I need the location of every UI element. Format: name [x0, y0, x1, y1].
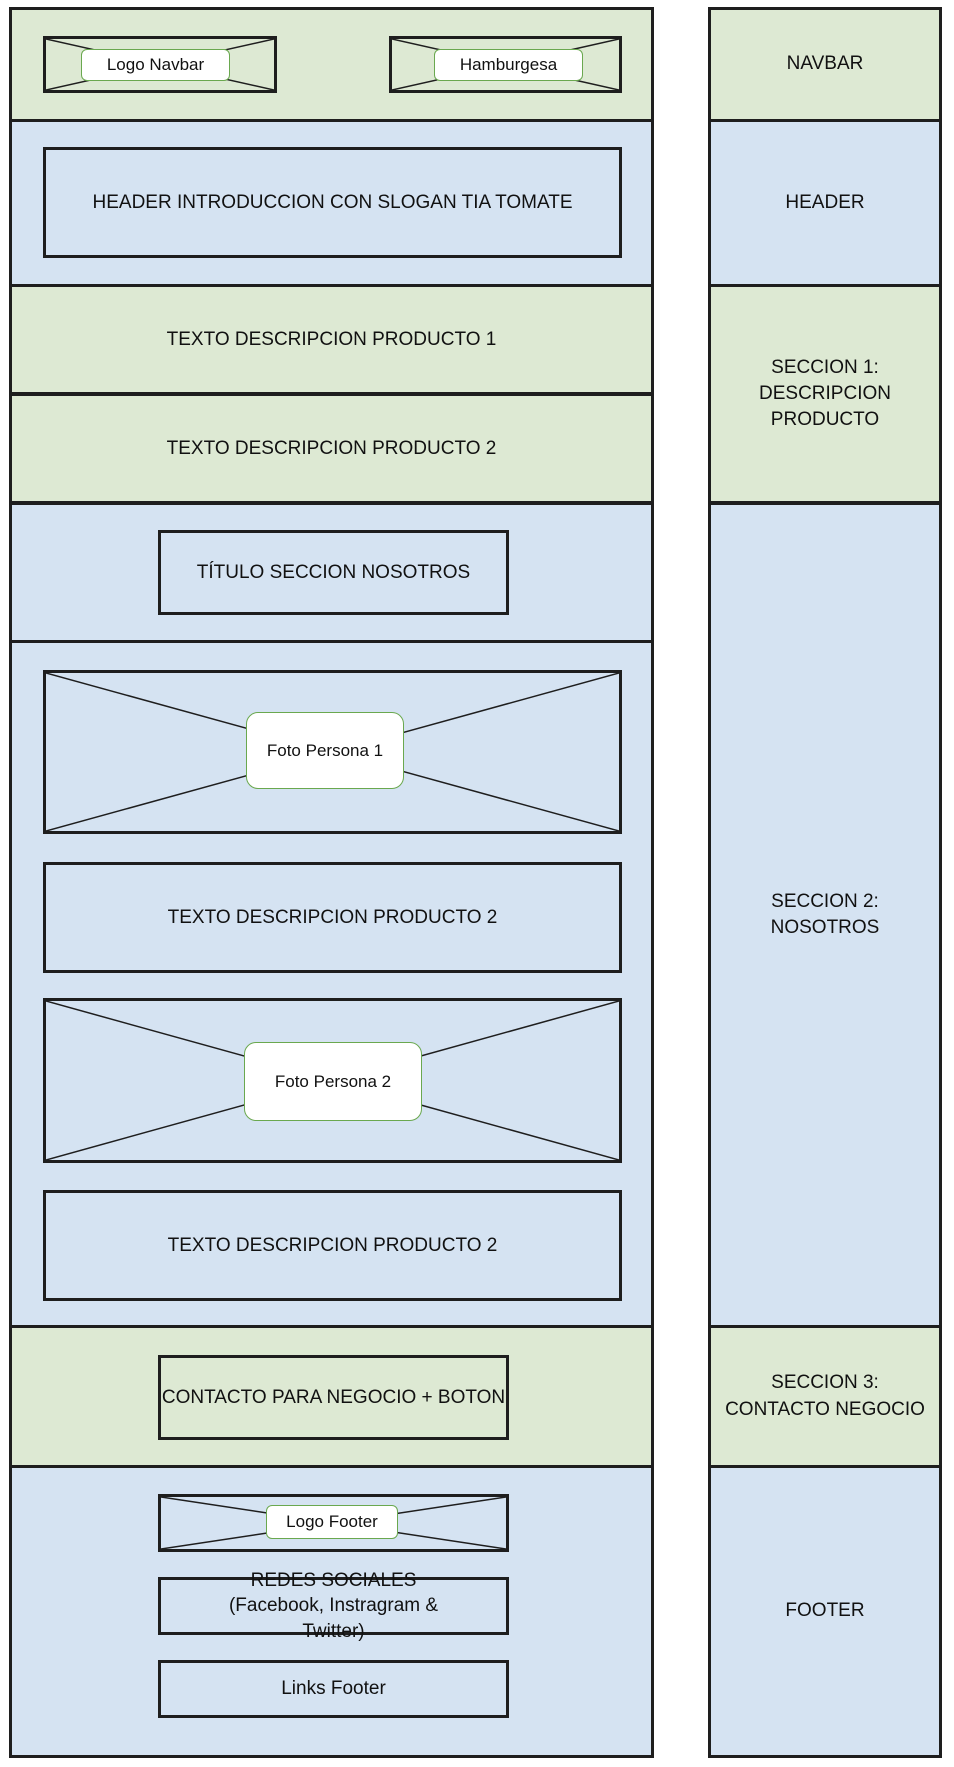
- contact-business-box: CONTACTO PARA NEGOCIO + BOTON: [158, 1355, 509, 1440]
- legend-section3-label: SECCION 3: CONTACTO NEGOCIO: [725, 1372, 925, 1420]
- product-description-1: TEXTO DESCRIPCION PRODUCTO 1: [166, 328, 497, 350]
- legend-header-label: HEADER: [785, 191, 865, 213]
- person-photo-2-label: Foto Persona 2: [244, 1042, 422, 1121]
- section2-description-1: TEXTO DESCRIPCION PRODUCTO 2: [43, 862, 622, 973]
- legend-footer-label: FOOTER: [785, 1600, 865, 1622]
- person-photo-1-label: Foto Persona 1: [246, 712, 404, 789]
- header-intro-box: HEADER INTRODUCCION CON SLOGAN TIA TOMAT…: [43, 147, 622, 258]
- footer-links-box: Links Footer: [158, 1660, 509, 1718]
- legend-section1-label: SECCION 1: DESCRIPCION PRODUCTO: [759, 356, 891, 431]
- legend-column: NAVBAR HEADER SECCION 1: DESCRIPCION PRO…: [708, 7, 942, 1758]
- footer-logo-label: Logo Footer: [266, 1505, 398, 1539]
- section2-title-box: TÍTULO SECCION NOSOTROS: [158, 530, 509, 615]
- hamburger-menu-label: Hamburgesa: [434, 49, 583, 81]
- product-description-2: TEXTO DESCRIPCION PRODUCTO 2: [166, 437, 497, 459]
- navbar-logo-label: Logo Navbar: [81, 49, 230, 81]
- legend-section2-label: SECCION 2: NOSOTROS: [770, 890, 880, 938]
- social-media-box: REDES SOCIALES (Facebook, Instragram & T…: [158, 1570, 509, 1642]
- section2-description-2: TEXTO DESCRIPCION PRODUCTO 2: [43, 1190, 622, 1301]
- legend-navbar-label: NAVBAR: [786, 53, 864, 75]
